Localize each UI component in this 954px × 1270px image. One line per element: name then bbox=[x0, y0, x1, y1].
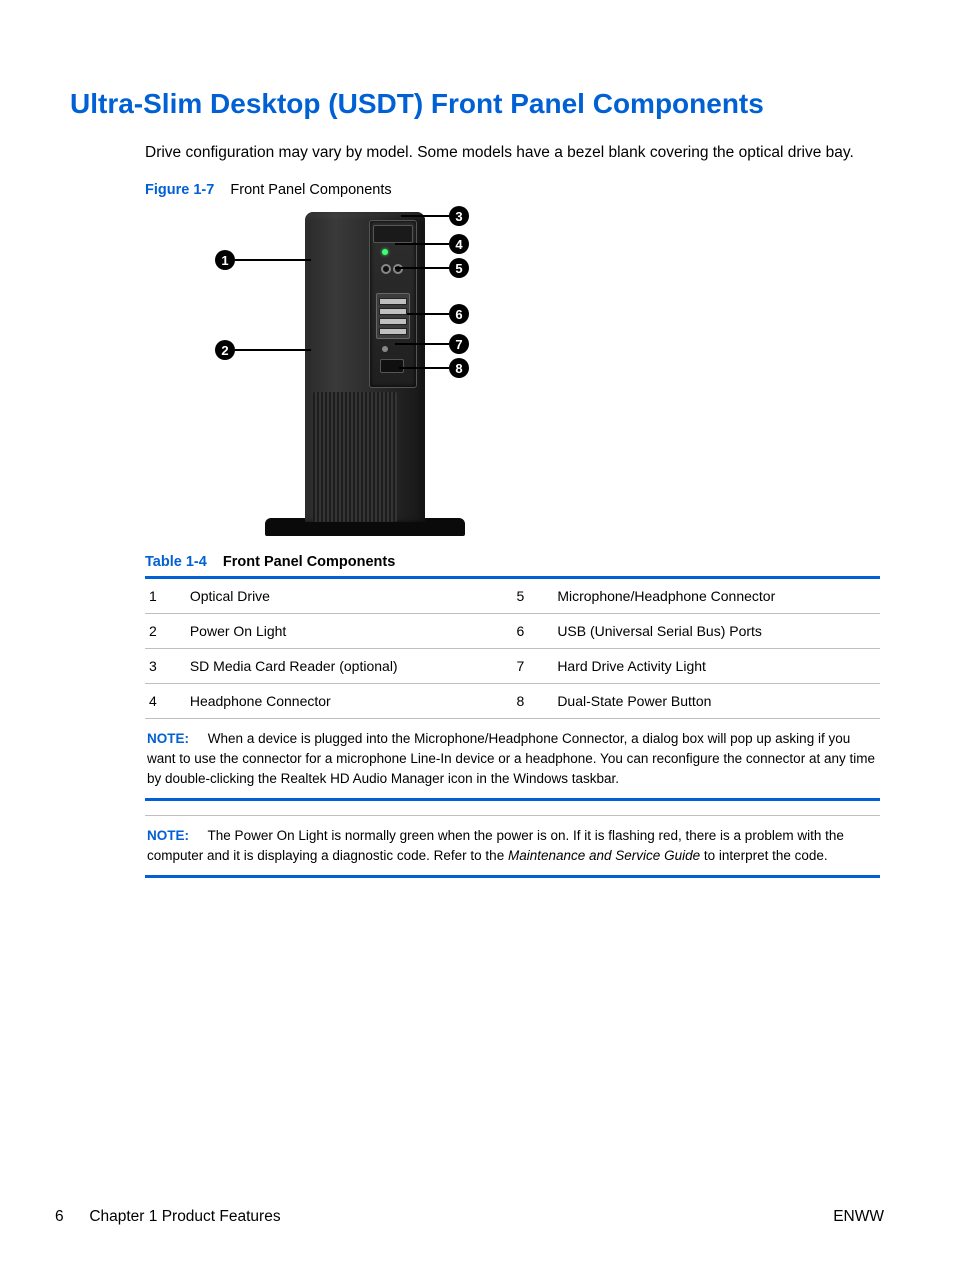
chapter-label: Chapter 1 Product Features bbox=[89, 1208, 280, 1225]
page-heading: Ultra-Slim Desktop (USDT) Front Panel Co… bbox=[70, 88, 884, 120]
components-table: 1 Optical Drive 5 Microphone/Headphone C… bbox=[145, 576, 880, 719]
table-row: 4 Headphone Connector 8 Dual-State Power… bbox=[145, 684, 880, 719]
callout-6: 6 bbox=[449, 304, 469, 324]
callout-8: 8 bbox=[449, 358, 469, 378]
page-footer: 6 Chapter 1 Product Features ENWW bbox=[55, 1208, 884, 1226]
table-row: 1 Optical Drive 5 Microphone/Headphone C… bbox=[145, 578, 880, 614]
figure: 1 2 3 4 5 6 7 8 bbox=[145, 206, 884, 536]
page-number: 6 bbox=[55, 1208, 85, 1226]
callout-3: 3 bbox=[449, 206, 469, 226]
table-row: 3 SD Media Card Reader (optional) 7 Hard… bbox=[145, 649, 880, 684]
footer-right: ENWW bbox=[833, 1208, 884, 1226]
table-label: Table 1-4 bbox=[145, 554, 207, 570]
callout-1: 1 bbox=[215, 250, 235, 270]
intro-paragraph: Drive configuration may vary by model. S… bbox=[145, 142, 884, 164]
figure-caption: Figure 1-7 Front Panel Components bbox=[145, 182, 884, 198]
figure-title: Front Panel Components bbox=[230, 182, 391, 198]
note-emphasis: Maintenance and Service Guide bbox=[508, 848, 700, 863]
note-1: NOTE: When a device is plugged into the … bbox=[145, 718, 880, 801]
table-row: 2 Power On Light 6 USB (Universal Serial… bbox=[145, 614, 880, 649]
table-title: Front Panel Components bbox=[223, 554, 395, 570]
note-text: to interpret the code. bbox=[704, 848, 828, 863]
note-2: NOTE: The Power On Light is normally gre… bbox=[145, 815, 880, 878]
callout-7: 7 bbox=[449, 334, 469, 354]
figure-label: Figure 1-7 bbox=[145, 182, 214, 198]
callout-4: 4 bbox=[449, 234, 469, 254]
note-label: NOTE: bbox=[147, 828, 189, 843]
table-caption: Table 1-4 Front Panel Components bbox=[145, 554, 884, 570]
callout-5: 5 bbox=[449, 258, 469, 278]
callout-2: 2 bbox=[215, 340, 235, 360]
note-label: NOTE: bbox=[147, 731, 189, 746]
note-text: When a device is plugged into the Microp… bbox=[147, 731, 875, 785]
